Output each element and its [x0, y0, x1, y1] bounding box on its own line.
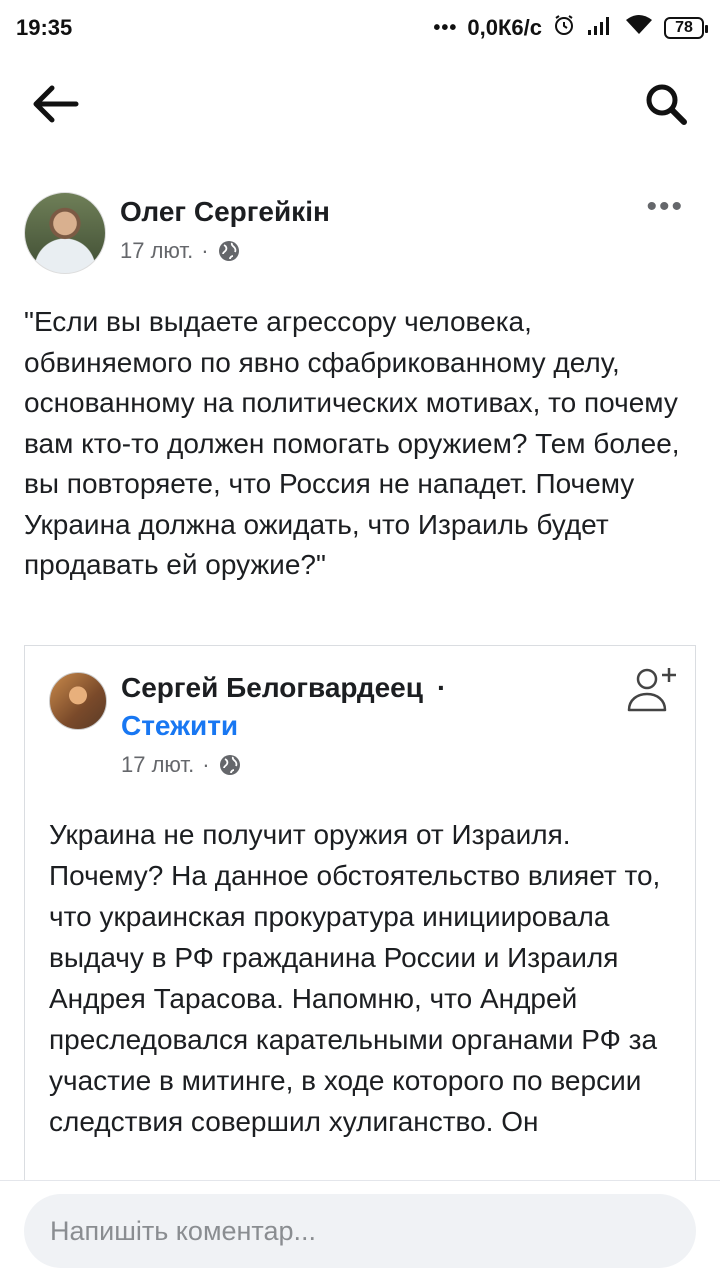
search-icon [646, 84, 687, 125]
back-button[interactable] [30, 82, 82, 126]
follow-link[interactable]: Стежити [121, 710, 238, 742]
status-bar: 19:35 ••• 0,0К6/с 78 [0, 0, 720, 56]
globe-icon [219, 755, 240, 775]
shared-post-text: Украина не получит оружия от Израиля. По… [49, 819, 661, 1137]
globe-icon [218, 241, 239, 261]
search-button[interactable] [642, 80, 690, 128]
shared-dot: · [436, 672, 447, 703]
network-speed: 0,0К6/с [467, 15, 542, 40]
post-date[interactable]: 17 лют. [120, 238, 193, 264]
wifi-icon [624, 14, 654, 42]
shared-post-card[interactable]: Сергей Белогвардеец · Стежити 17 лют. · У… [24, 645, 696, 1205]
status-time: 19:35 [16, 15, 73, 40]
post-header: Олег Сергейкін 17 лют. · ••• [24, 188, 696, 274]
signal-icon [586, 14, 614, 42]
shared-post-meta: 17 лют. · [121, 752, 242, 778]
author-avatar[interactable] [24, 192, 106, 274]
add-friend-button[interactable] [625, 664, 679, 714]
shared-post-date[interactable]: 17 лют. [121, 752, 194, 778]
more-options-button[interactable]: ••• [646, 190, 684, 224]
app-bar [0, 56, 720, 148]
alarm-icon [552, 13, 576, 43]
shared-meta-separator: · [202, 752, 210, 777]
post-text: "Если вы выдаете агрессору человека, обв… [24, 306, 680, 580]
shared-author-avatar[interactable] [49, 672, 107, 730]
author-name[interactable]: Олег Сергейкін [120, 196, 330, 228]
arrow-left-icon [33, 85, 79, 123]
notification-dots: ••• [433, 16, 458, 39]
shared-author-header: Сергей Белогвардеец · [121, 672, 446, 704]
meta-separator: · [201, 238, 209, 263]
add-friend-icon [627, 668, 676, 712]
comment-input[interactable] [24, 1194, 696, 1268]
shared-author-name[interactable]: Сергей Белогвардеец [121, 672, 423, 703]
comment-bar [0, 1180, 720, 1281]
battery-icon: 78 [664, 17, 708, 39]
status-icons: ••• 0,0К6/с 78 [433, 13, 708, 43]
post-meta: 17 лют. · [120, 238, 241, 264]
